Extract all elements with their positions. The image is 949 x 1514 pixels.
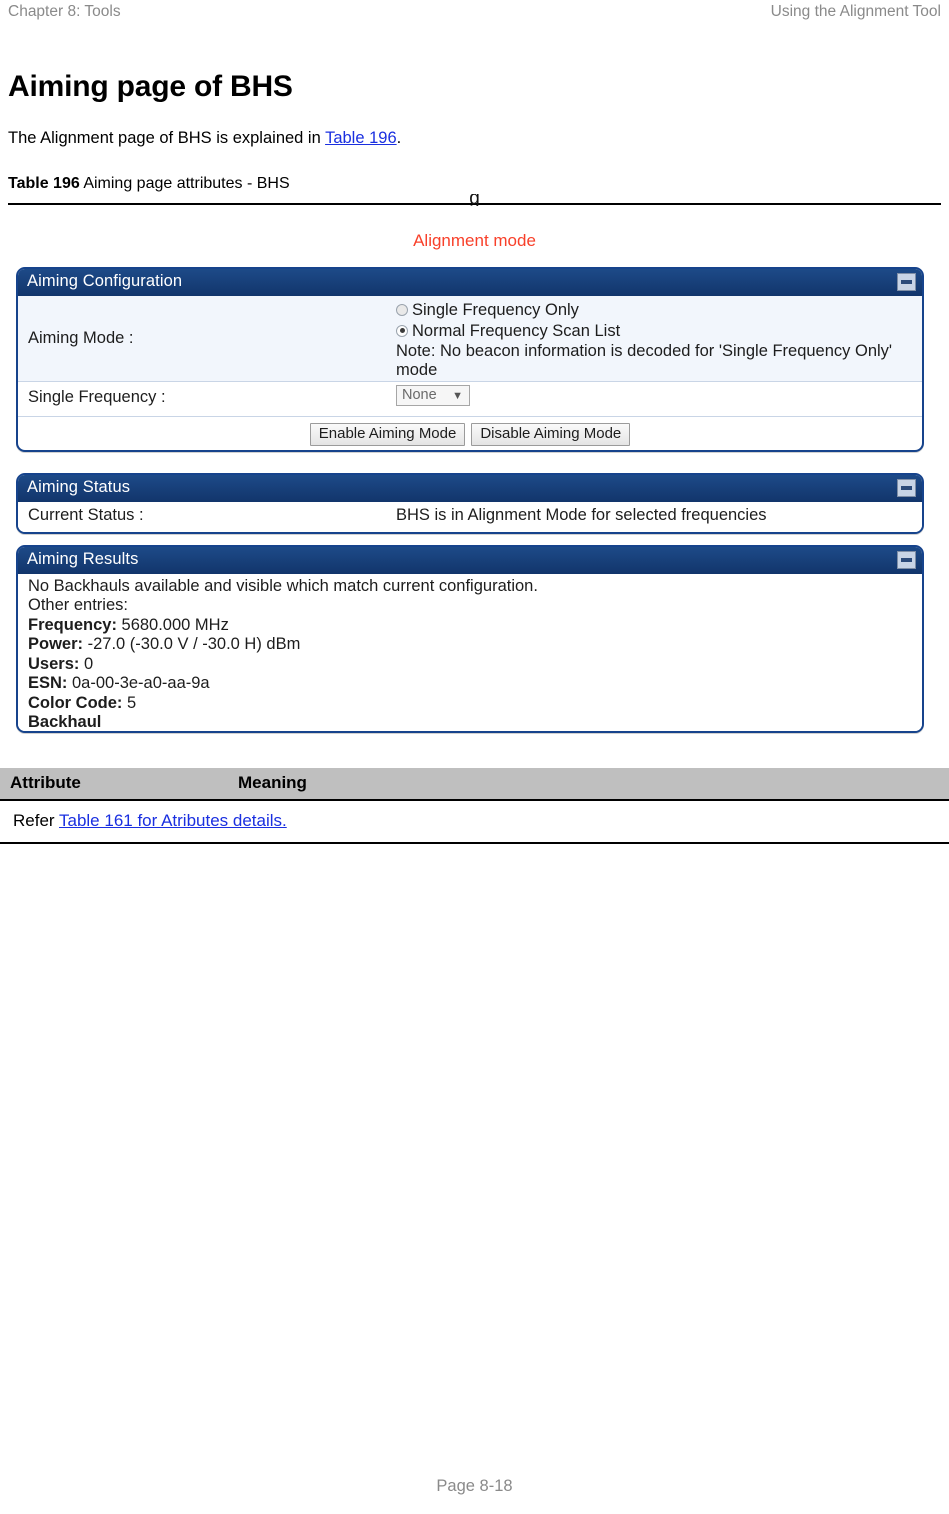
results-other-entries: Other entries: (28, 596, 128, 615)
minimize-icon[interactable] (897, 272, 916, 291)
radio-label-normal-frequency-scan-list: Normal Frequency Scan List (412, 321, 621, 340)
aiming-configuration-title: Aiming Configuration (27, 271, 183, 290)
page-content: Aiming page of BHS The Alignment page of… (8, 70, 941, 745)
aiming-configuration-header: Aiming Configuration (18, 268, 922, 296)
aiming-results-header: Aiming Results (18, 546, 922, 574)
aiming-mode-note: Note: No beacon information is decoded f… (396, 341, 893, 379)
current-status-label: Current Status : (28, 505, 144, 524)
radio-label-single-frequency-only: Single Frequency Only (412, 300, 579, 319)
results-entry-color-code-value: 5 (122, 693, 137, 712)
aiming-mode-field: Single Frequency Only Normal Frequency S… (396, 300, 916, 380)
intro-text-after: . (396, 129, 402, 147)
single-frequency-label: Single Frequency : (28, 387, 166, 406)
aiming-buttons-row: Enable Aiming Mode Disable Aiming Mode (18, 422, 922, 447)
results-entry-color-code-key: Color Code: (28, 693, 123, 712)
table-161-link[interactable]: Table 161 for Atributes details. (59, 811, 287, 830)
running-head-left: Chapter 8: Tools (8, 3, 121, 20)
current-status-row: Current Status : BHS is in Alignment Mod… (18, 501, 922, 532)
intro-paragraph: The Alignment page of BHS is explained i… (8, 128, 941, 149)
results-entry-esn-value: 0a-00-3e-a0-aa-9a (67, 674, 210, 693)
results-entry-frequency-key: Frequency: (28, 615, 117, 634)
results-entry-frequency-value: 5680.000 MHz (116, 615, 229, 634)
table-caption: Table 196 Aiming page attributes - BHS (8, 175, 941, 193)
results-entry-power: Power: -27.0 (-30.0 V / -30.0 H) dBm (28, 635, 922, 655)
results-entry-frequency: Frequency: 5680.000 MHz (28, 616, 922, 636)
current-status-value: BHS is in Alignment Mode for selected fr… (396, 505, 767, 524)
disable-aiming-mode-button[interactable]: Disable Aiming Mode (471, 422, 631, 446)
results-entry-esn: ESN: 0a-00-3e-a0-aa-9a (28, 674, 922, 694)
figure-cell: g Alignment mode Aiming Configuration Ai… (8, 194, 941, 745)
enable-aiming-mode-button[interactable]: Enable Aiming Mode (309, 422, 466, 446)
results-entry-esn-key: ESN: (28, 674, 68, 693)
table-row: Refer Table 161 for Atributes details. (0, 801, 949, 844)
minimize-icon[interactable] (897, 478, 916, 497)
aiming-status-panel: Aiming Status Current Status : BHS is in… (16, 472, 924, 534)
results-entry-power-key: Power: (28, 635, 84, 654)
refer-prefix: Refer (13, 811, 59, 830)
aiming-results-panel: Aiming Results No Backhauls available an… (16, 544, 924, 733)
minimize-icon[interactable] (897, 550, 916, 569)
aiming-results-title: Aiming Results (27, 549, 139, 568)
table-caption-text: Aiming page attributes - BHS (79, 174, 290, 192)
running-head-right: Using the Alignment Tool (770, 3, 941, 20)
aiming-status-title: Aiming Status (27, 477, 131, 496)
aiming-buttons-note: Aiming Mode will be enabled for 15 minut… (18, 450, 922, 452)
radio-normal-frequency-scan-list[interactable]: Normal Frequency Scan List (396, 321, 916, 342)
attribute-table: Attribute Meaning Refer Table 161 for At… (0, 768, 949, 844)
intro-text-before: The Alignment page of BHS is explained i… (8, 129, 326, 147)
clipped-glyph: g (469, 193, 480, 206)
aiming-status-header: Aiming Status (18, 474, 922, 502)
running-head: Chapter 8: Tools Using the Alignment Too… (0, 0, 949, 28)
alignment-mode-annotation: Alignment mode (413, 230, 536, 250)
results-no-backhauls: No Backhauls available and visible which… (28, 576, 538, 595)
results-entry-color-code: Color Code: 5 (28, 694, 922, 714)
table-caption-number: Table 196 (8, 174, 80, 192)
single-frequency-row: Single Frequency : None ▼ (18, 381, 922, 417)
results-entry-users: Users: 0 (28, 655, 922, 675)
results-entry-backhaul-key: Backhaul (28, 713, 102, 732)
table-196-link[interactable]: Table 196 (325, 129, 397, 147)
aiming-results-body: No Backhauls available and visible which… (18, 573, 922, 732)
figure-table: g Alignment mode Aiming Configuration Ai… (8, 194, 941, 745)
aiming-configuration-panel: Aiming Configuration Aiming Mode : Singl… (16, 266, 924, 452)
results-entry-users-key: Users: (28, 654, 80, 673)
radio-single-frequency-only[interactable]: Single Frequency Only (396, 300, 916, 321)
attribute-table-cell: Refer Table 161 for Atributes details. (13, 811, 287, 831)
radio-icon-single-frequency-only[interactable] (396, 303, 408, 316)
radio-icon-normal-frequency-scan-list[interactable] (396, 324, 408, 337)
results-entry-power-value: -27.0 (-30.0 V / -30.0 H) dBm (83, 635, 301, 654)
results-entry-users-value: 0 (79, 654, 94, 673)
results-entry-backhaul: Backhaul (28, 713, 922, 732)
single-frequency-select[interactable]: None ▼ (396, 384, 470, 406)
aiming-mode-row: Aiming Mode : Single Frequency Only Norm… (18, 295, 922, 382)
page-footer: Page 8-18 (436, 1477, 513, 1495)
attribute-table-header-row: Attribute Meaning (0, 768, 949, 801)
page-title: Aiming page of BHS (8, 70, 293, 103)
single-frequency-selected-value: None (402, 386, 437, 403)
aiming-mode-label: Aiming Mode : (28, 328, 134, 347)
chevron-down-icon: ▼ (452, 389, 463, 402)
meaning-column-header: Meaning (238, 773, 307, 792)
attribute-column-header: Attribute (10, 773, 81, 792)
